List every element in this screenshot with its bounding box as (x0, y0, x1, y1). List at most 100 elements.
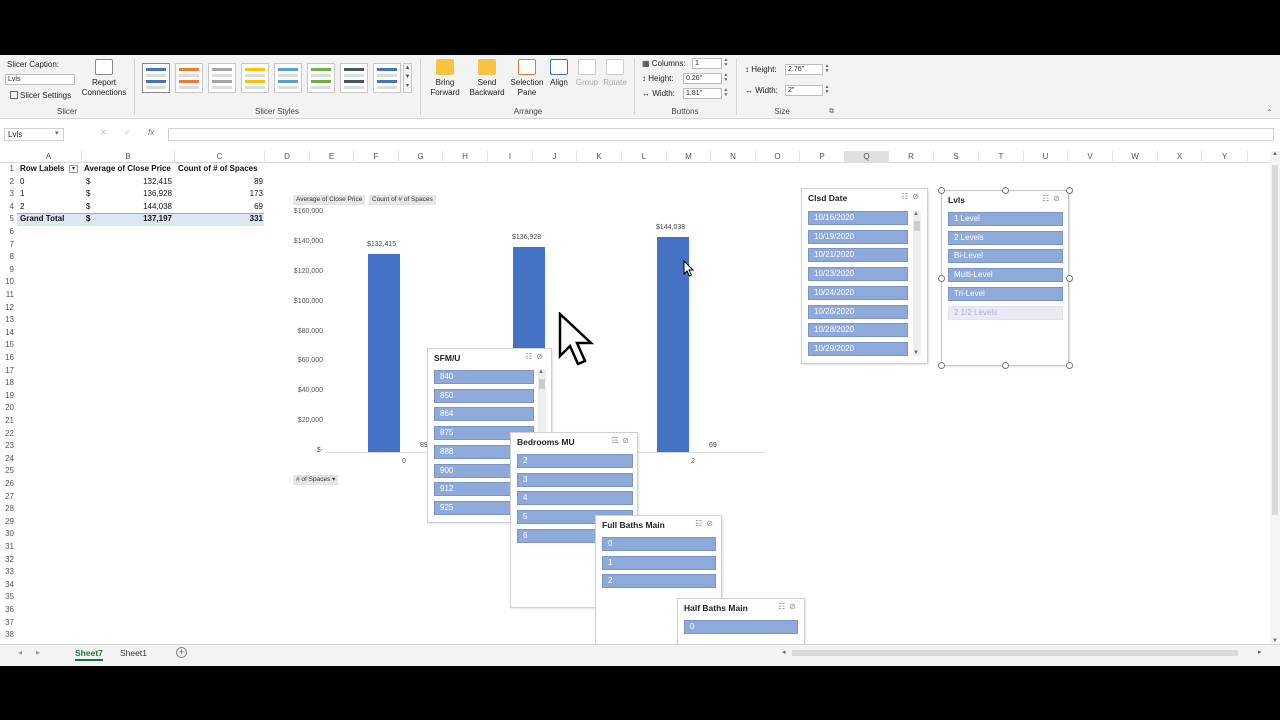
column-header[interactable]: O (756, 151, 800, 163)
resize-handle[interactable] (938, 362, 945, 369)
pivot-header-row-labels[interactable]: Row Labels (20, 163, 64, 176)
multi-select-icon[interactable]: ☷⊘ (778, 602, 800, 611)
axis-field-button[interactable]: # of Spaces ▾ (293, 475, 339, 485)
multi-select-icon[interactable]: ☷⊘ (1042, 194, 1064, 203)
row-header[interactable]: 29 (0, 516, 16, 529)
insert-function-icon[interactable]: fx (148, 128, 154, 137)
scrollbar[interactable]: ▲ ▼ (913, 211, 921, 356)
slicer-style-thumb[interactable] (340, 63, 368, 93)
column-header[interactable]: X (1158, 151, 1202, 163)
slicer-item[interactable]: Tri-Level (948, 286, 1063, 301)
slicer-item[interactable]: 10/19/2020 (808, 229, 908, 244)
column-header[interactable]: K (577, 151, 622, 163)
row-header[interactable]: 28 (0, 503, 16, 516)
column-header[interactable]: T (979, 151, 1024, 163)
button-height-spinner[interactable]: ▲ ▼ (723, 73, 729, 84)
row-header[interactable]: 10 (0, 276, 16, 289)
pivot-count-value[interactable]: 89 (200, 176, 263, 189)
slicer-style-thumb[interactable] (241, 63, 269, 93)
row-header[interactable]: 31 (0, 541, 16, 554)
slicer-item[interactable]: 864 (434, 407, 534, 422)
slicer-item[interactable]: 10/28/2020 (808, 323, 908, 338)
slicer-item[interactable]: 2 (517, 454, 633, 468)
column-header[interactable]: P (800, 151, 845, 163)
row-header[interactable]: 35 (0, 591, 16, 604)
align-button[interactable]: Align (546, 59, 572, 88)
slicer-item[interactable]: 840 (434, 370, 534, 384)
slicer-item[interactable]: 10/24/2020 (808, 285, 908, 300)
slicer-item[interactable]: 850 (434, 388, 534, 403)
slicer-item[interactable]: 2 1/2 Levels (948, 305, 1063, 320)
grand-total-avg[interactable]: 137,197 (120, 213, 172, 226)
column-header[interactable]: U (1024, 151, 1068, 163)
slicer-item[interactable]: Multi-Level (948, 268, 1063, 283)
tab-scroll-left-icon[interactable]: ◂ (18, 648, 22, 657)
row-header[interactable]: 4 (0, 201, 16, 214)
row-header[interactable]: 15 (0, 339, 16, 352)
tab-scroll-right-icon[interactable]: ▸ (36, 648, 40, 657)
size-height-input[interactable]: 2.76" (785, 64, 823, 75)
row-header[interactable]: 6 (0, 226, 16, 239)
slicer-style-thumb[interactable] (274, 63, 302, 93)
slicer-item[interactable]: 10/16/2020 (808, 211, 908, 225)
slicer-style-thumb[interactable] (373, 63, 401, 93)
add-sheet-icon[interactable]: + (176, 647, 187, 658)
multi-select-icon[interactable]: ☷⊘ (525, 352, 547, 361)
bring-forward-button[interactable]: Bring Forward (424, 59, 466, 98)
columns-spinner[interactable]: ▲ ▼ (723, 58, 729, 69)
slicer-item[interactable]: 0 (684, 620, 798, 634)
column-header[interactable]: G (399, 151, 443, 163)
slicer-item[interactable]: 2 Levels (948, 230, 1063, 245)
row-header[interactable]: 17 (0, 365, 16, 378)
slicer-style-thumb[interactable] (175, 63, 203, 93)
send-backward-button[interactable]: Send Backward (465, 59, 509, 98)
row-header[interactable]: 27 (0, 491, 16, 504)
vertical-scrollbar[interactable]: ▲ ▼ (1270, 151, 1280, 644)
bar-average-0[interactable] (368, 254, 400, 452)
row-header[interactable]: 11 (0, 289, 16, 302)
column-header[interactable]: Q (845, 151, 889, 163)
horizontal-scrollbar-thumb[interactable] (792, 650, 1238, 656)
button-width-input[interactable]: 1.81" (683, 88, 722, 99)
pivot-avg-value[interactable]: 132,415 (120, 176, 172, 189)
report-connections-button[interactable]: Report Connections (80, 59, 128, 98)
resize-handle[interactable] (1066, 187, 1073, 194)
row-header[interactable]: 12 (0, 302, 16, 315)
gallery-scroll[interactable]: ▲ ▼ ▾ (403, 63, 412, 93)
row-header[interactable]: 25 (0, 465, 16, 478)
row-header[interactable]: 13 (0, 314, 16, 327)
row-header[interactable]: 14 (0, 327, 16, 340)
row-header[interactable]: 16 (0, 352, 16, 365)
column-header[interactable]: J (533, 151, 577, 163)
multi-select-icon[interactable]: ☷⊘ (695, 519, 717, 528)
multi-select-icon[interactable]: ☷⊘ (611, 436, 633, 445)
size-height-spinner[interactable]: ▲ ▼ (824, 64, 830, 75)
name-box-dropdown-icon[interactable]: ▾ (55, 129, 59, 137)
resize-handle[interactable] (1002, 187, 1009, 194)
slicer-item[interactable]: 0 (602, 537, 716, 551)
resize-handle[interactable] (1066, 362, 1073, 369)
column-header[interactable]: B (82, 151, 175, 163)
slicer-item[interactable]: 3 (517, 472, 633, 487)
pivot-row-label[interactable]: 0 (20, 176, 24, 189)
column-header[interactable]: D (265, 151, 310, 163)
slicer-clsd-date[interactable]: Clsd Date ☷⊘ ▲ ▼ 10/16/2020 10/19/2020 10/… (801, 188, 928, 364)
collapse-ribbon-icon[interactable]: ⌃ (1266, 108, 1273, 117)
slicer-item[interactable]: 10/26/2020 (808, 304, 908, 319)
slicer-item[interactable]: 1 Level (948, 212, 1063, 226)
row-header[interactable]: 20 (0, 402, 16, 415)
resize-handle[interactable] (938, 187, 945, 194)
column-header[interactable]: V (1068, 151, 1113, 163)
size-width-spinner[interactable]: ▲ ▼ (824, 85, 830, 96)
pivot-row-label[interactable]: 1 (20, 188, 24, 201)
column-header[interactable]: F (354, 151, 399, 163)
column-header[interactable]: Y (1202, 151, 1248, 163)
row-header[interactable]: 1 (0, 163, 16, 176)
column-header[interactable]: I (488, 151, 533, 163)
row-header[interactable]: 22 (0, 428, 16, 441)
column-header[interactable]: C (175, 151, 265, 163)
cancel-icon[interactable]: ✕ (100, 128, 107, 137)
columns-input[interactable]: 1 (692, 58, 722, 69)
slicer-settings-button[interactable]: Slicer Settings (10, 91, 71, 100)
tab-sheet1[interactable]: Sheet1 (120, 648, 147, 658)
